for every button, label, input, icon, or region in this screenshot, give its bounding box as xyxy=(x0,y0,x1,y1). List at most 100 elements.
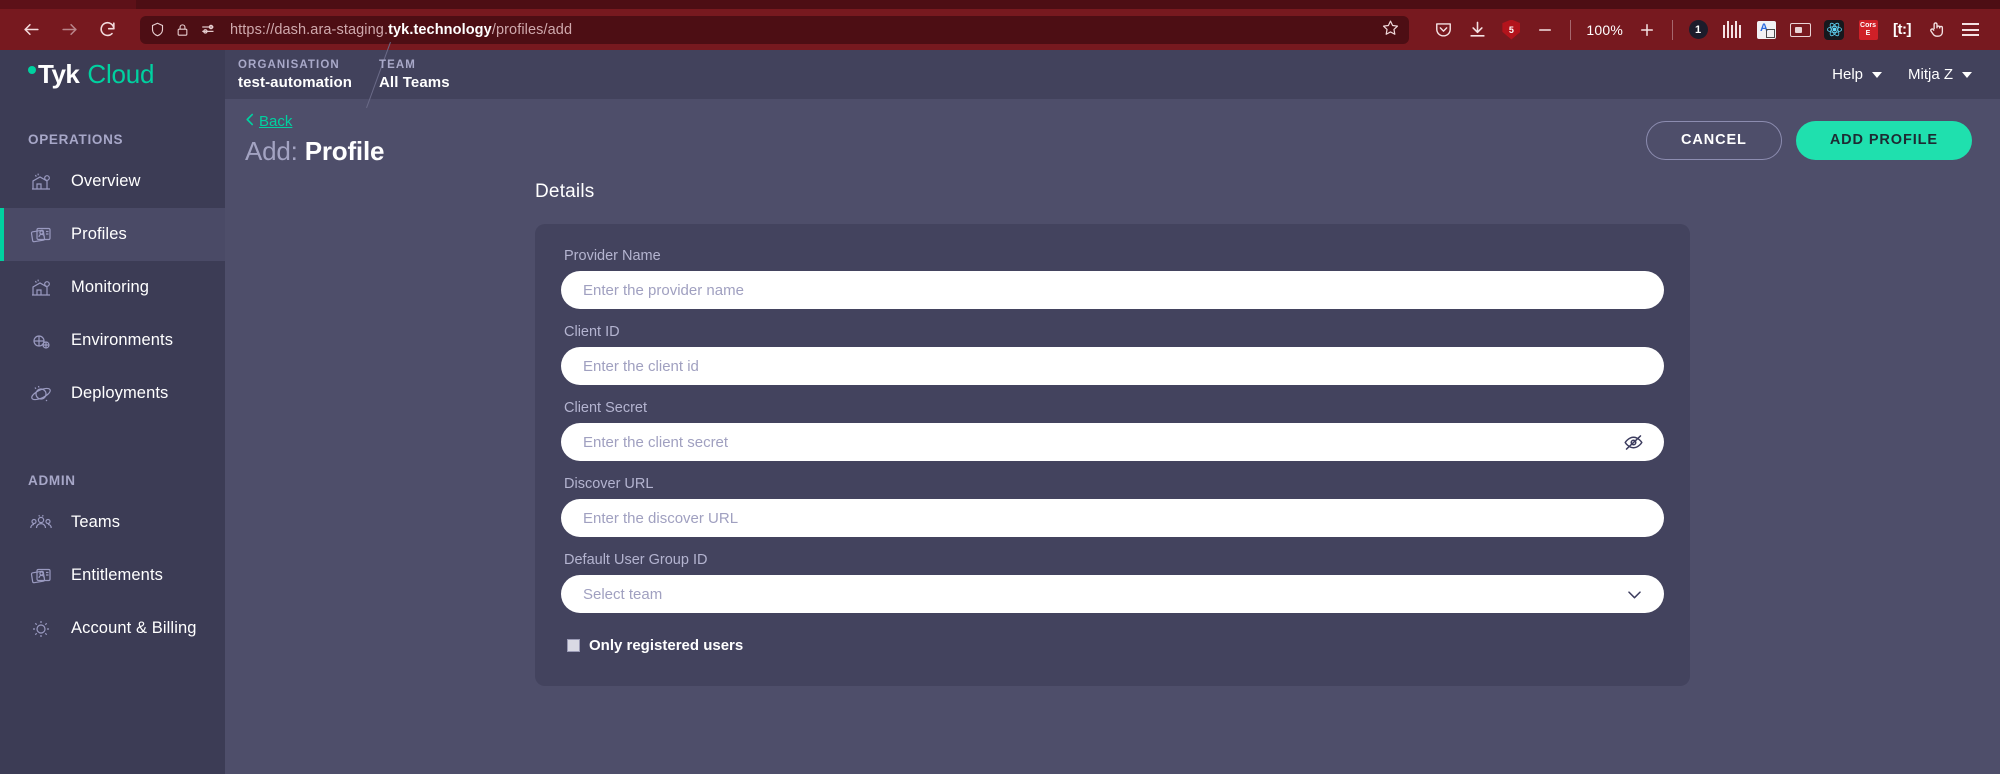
sidebar-item-monitoring[interactable]: Monitoring xyxy=(0,261,225,314)
reload-button[interactable] xyxy=(90,15,124,45)
eye-off-icon[interactable] xyxy=(1623,423,1644,461)
columns-glyph xyxy=(1722,21,1742,38)
sidebar-section-operations: OPERATIONS xyxy=(28,132,124,147)
address-bar[interactable]: https://dash.ara-staging.tyk.technology/… xyxy=(140,15,1410,44)
url-text[interactable]: https://dash.ara-staging.tyk.technology/… xyxy=(228,22,1365,38)
translate-icon[interactable]: A xyxy=(1750,15,1782,45)
client-secret-input[interactable] xyxy=(561,423,1664,461)
user-menu[interactable]: Mitja Z xyxy=(1908,66,1972,83)
sidebar-item-entitlements[interactable]: Entitlements xyxy=(0,549,225,602)
browser-toolbar: https://dash.ara-staging.tyk.technology/… xyxy=(0,9,2000,50)
provider-name-input[interactable] xyxy=(561,271,1664,309)
cors-unblock-icon[interactable]: Cors E xyxy=(1852,15,1884,45)
only-registered-users-checkbox[interactable] xyxy=(567,639,580,652)
tab-inactive[interactable] xyxy=(0,0,134,9)
breadcrumb: ORGANISATION test-automation TEAM All Te… xyxy=(225,50,476,99)
field-label: Discover URL xyxy=(564,476,654,492)
sidebar-item-overview[interactable]: Overview xyxy=(0,155,225,208)
sidebar-item-label: Account & Billing xyxy=(71,619,197,637)
sidebar-item-environments[interactable]: Environments xyxy=(0,314,225,367)
tab-active[interactable] xyxy=(136,0,2000,9)
field-discover-url: Discover URL xyxy=(561,476,1664,537)
zoom-in-icon[interactable] xyxy=(1631,15,1663,45)
brand-logo[interactable]: Tyk Cloud xyxy=(0,50,225,99)
default-user-group-select[interactable]: Select team xyxy=(561,575,1664,613)
select-value: Select team xyxy=(583,585,663,603)
cancel-button[interactable]: CANCEL xyxy=(1645,120,1782,160)
teams-icon xyxy=(28,510,54,536)
camera-icon[interactable] xyxy=(1784,15,1816,45)
ublock-badge: 5 xyxy=(1502,19,1521,40)
page-content: Details Provider Name Client ID Client S… xyxy=(225,181,2000,774)
main-area: ORGANISATION test-automation TEAM All Te… xyxy=(225,50,2000,774)
field-label: Client Secret xyxy=(564,400,648,416)
pocket-icon[interactable] xyxy=(1427,15,1459,45)
page-title-prefix: Add: xyxy=(245,136,298,166)
sidebar-item-label: Profiles xyxy=(71,225,127,243)
form-section-title: Details xyxy=(535,181,595,202)
sidebar-item-profiles[interactable]: Profiles xyxy=(0,208,225,261)
back-button[interactable] xyxy=(14,15,48,45)
deployments-icon xyxy=(28,381,54,407)
download-icon[interactable] xyxy=(1461,15,1493,45)
page-title-main: Profile xyxy=(304,136,385,166)
react-devtools-icon[interactable] xyxy=(1818,15,1850,45)
chevron-down-icon[interactable] xyxy=(1625,575,1644,613)
discover-url-input[interactable] xyxy=(561,499,1664,537)
field-client-id: Client ID xyxy=(561,324,1664,385)
sidebar-item-label: Entitlements xyxy=(71,566,163,584)
counter-badge-value: 1 xyxy=(1688,20,1708,39)
profiles-icon xyxy=(28,222,54,248)
breadcrumb-value: All Teams xyxy=(379,73,450,91)
tt-label: [t:] xyxy=(1893,21,1911,38)
page-header: Back Add: Profile CANCEL ADD PROFILE xyxy=(225,99,2000,181)
lock-icon[interactable] xyxy=(176,22,189,38)
back-label: Back xyxy=(259,113,293,130)
chevron-left-icon xyxy=(245,113,254,130)
star-icon[interactable] xyxy=(1382,19,1399,41)
user-label: Mitja Z xyxy=(1908,66,1953,83)
account-billing-icon xyxy=(28,616,54,642)
brand-suffix: Cloud xyxy=(87,59,155,89)
cors-label-bottom: E xyxy=(1865,29,1871,37)
zoom-level-label[interactable]: 100% xyxy=(1580,22,1629,38)
forward-button[interactable] xyxy=(52,15,86,45)
minimize-icon[interactable] xyxy=(1529,15,1561,45)
browser-chrome: https://dash.ara-staging.tyk.technology/… xyxy=(0,0,2000,50)
page-header-left: Back Add: Profile xyxy=(245,113,384,167)
back-link[interactable]: Back xyxy=(245,113,384,130)
page-title: Add: Profile xyxy=(245,136,384,167)
page-options-icon[interactable] xyxy=(200,22,217,37)
sidebar-item-teams[interactable]: Teams xyxy=(0,496,225,549)
breadcrumb-team[interactable]: TEAM All Teams xyxy=(379,50,476,99)
url-host: tyk.technology xyxy=(388,21,492,38)
tampermonkey-icon[interactable]: [t:] xyxy=(1886,15,1918,45)
sidebar-item-label: Deployments xyxy=(71,384,169,402)
sidebar-item-account-billing[interactable]: Account & Billing xyxy=(0,602,225,655)
field-control xyxy=(561,423,1664,461)
toolbar-divider-2 xyxy=(1672,19,1673,40)
sidebar-item-deployments[interactable]: Deployments xyxy=(0,367,225,420)
sidebar-item-label: Environments xyxy=(71,331,174,349)
sidebar-item-label: Monitoring xyxy=(71,278,150,296)
ublock-origin-icon[interactable]: 5 xyxy=(1495,15,1527,45)
browser-toolbar-right: 5 100% 1 A Cors E [t:] xyxy=(1427,15,1986,45)
field-provider-name: Provider Name xyxy=(561,248,1664,309)
client-id-input[interactable] xyxy=(561,347,1664,385)
cors-label-top: Cors xyxy=(1860,21,1876,29)
only-registered-users-row[interactable]: Only registered users xyxy=(561,637,1664,654)
url-scheme: https:// xyxy=(230,21,275,38)
shield-icon[interactable] xyxy=(150,21,165,38)
browser-tab-strip[interactable] xyxy=(0,0,2000,9)
breadcrumb-organisation[interactable]: ORGANISATION test-automation xyxy=(225,50,378,99)
help-menu[interactable]: Help xyxy=(1832,66,1882,83)
brand-dot-icon xyxy=(28,66,36,74)
hand-pointer-icon[interactable] xyxy=(1920,15,1952,45)
columns-icon[interactable] xyxy=(1716,15,1748,45)
add-profile-button[interactable]: ADD PROFILE xyxy=(1795,120,1972,160)
sidebar-item-label: Teams xyxy=(71,513,121,531)
field-default-user-group-id: Default User Group ID Select team xyxy=(561,552,1664,613)
hamburger-menu-icon[interactable] xyxy=(1954,15,1986,45)
field-label: Provider Name xyxy=(564,248,661,264)
counter-badge-icon[interactable]: 1 xyxy=(1682,15,1714,45)
